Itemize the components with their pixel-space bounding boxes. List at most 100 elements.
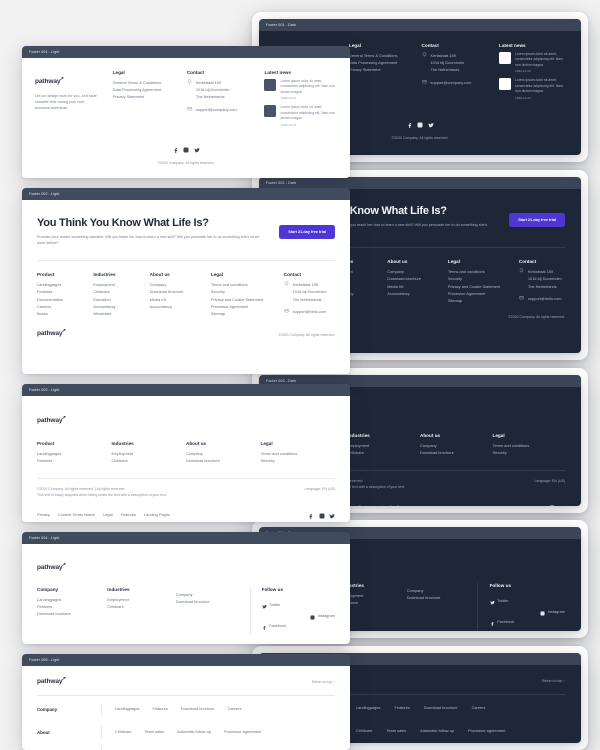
- link-item[interactable]: Documentation: [37, 296, 83, 303]
- link-item[interactable]: General Terms & Conditions: [113, 79, 173, 86]
- link-item[interactable]: Landingpages: [37, 450, 112, 457]
- instagram-icon[interactable]: [318, 506, 325, 522]
- language-selector[interactable]: Language: EN (US): [534, 479, 565, 483]
- start-trial-button[interactable]: Start 21-day free trial: [279, 224, 335, 239]
- twitter-icon[interactable]: [193, 140, 200, 158]
- facebook-icon[interactable]: [308, 506, 314, 522]
- link-item[interactable]: Terms and conditions: [493, 442, 566, 449]
- social-twitter[interactable]: Twitter: [115, 746, 134, 750]
- link-item[interactable]: Careers: [228, 706, 242, 712]
- link-item[interactable]: Privacy Statement: [349, 66, 406, 73]
- link-item[interactable]: Childcare: [115, 729, 131, 735]
- social-facebook[interactable]: Facebook: [185, 746, 210, 750]
- link-item[interactable]: Download brochure: [150, 288, 201, 295]
- news-item[interactable]: Lorem ipsum dolor sit amet, consectetur …: [499, 78, 567, 100]
- link-item[interactable]: Employment: [342, 592, 407, 599]
- contact-email[interactable]: support@hello.com: [284, 308, 335, 315]
- link-item[interactable]: Childcare: [107, 603, 176, 610]
- contact-email[interactable]: support@hello.com: [519, 295, 565, 302]
- link-item[interactable]: Employment: [348, 442, 421, 449]
- link-item[interactable]: Legal: [103, 512, 113, 518]
- link-item[interactable]: Processor agreement: [468, 728, 505, 734]
- social-instagram[interactable]: Instagram: [540, 592, 565, 631]
- link-item[interactable]: Company: [387, 268, 435, 275]
- email-address[interactable]: support@hello.com: [293, 308, 327, 315]
- link-item[interactable]: Security: [261, 457, 336, 464]
- link-item[interactable]: Education: [93, 296, 139, 303]
- news-item[interactable]: Lorem ipsum dolor sit amet, consectetur …: [499, 52, 567, 73]
- link-item[interactable]: Features: [37, 457, 112, 464]
- link-item[interactable]: Security: [448, 275, 506, 282]
- link-item[interactable]: Privacy: [37, 512, 50, 518]
- link-item[interactable]: Processor Agreement: [448, 290, 506, 297]
- contact-email[interactable]: support@company.com: [187, 106, 251, 113]
- link-item[interactable]: Landingpages: [37, 596, 107, 603]
- link-item[interactable]: Childcare: [342, 599, 407, 606]
- twitter-icon[interactable]: [427, 115, 434, 133]
- link-item[interactable]: Features: [394, 705, 409, 711]
- link-item[interactable]: Landingpages: [37, 281, 83, 288]
- link-item[interactable]: Media Kit: [150, 296, 201, 303]
- instagram-icon[interactable]: [183, 140, 189, 158]
- link-item[interactable]: Download brochure: [407, 594, 477, 601]
- link-item[interactable]: Automatic follow-up: [177, 729, 211, 735]
- link-item[interactable]: Sitemap: [448, 297, 506, 304]
- link-item[interactable]: Employment: [93, 281, 139, 288]
- link-item[interactable]: Content Terms Notice: [58, 512, 95, 518]
- contact-email[interactable]: support@company.com: [421, 79, 484, 86]
- return-to-top-link[interactable]: Return to top ↑: [312, 680, 335, 684]
- link-item[interactable]: Employment: [107, 596, 176, 603]
- link-item[interactable]: Download brochure: [420, 449, 493, 456]
- email-address[interactable]: support@company.com: [431, 79, 472, 86]
- return-to-top-link[interactable]: Return to top ↑: [542, 679, 565, 683]
- link-item[interactable]: Media Kit: [387, 283, 435, 290]
- news-item[interactable]: Lorem ipsum dolor sit amet, consectetur …: [264, 105, 337, 127]
- link-item[interactable]: Company: [176, 591, 250, 598]
- link-item[interactable]: Features: [121, 512, 136, 518]
- link-item[interactable]: Landingpages: [115, 706, 139, 712]
- link-item[interactable]: Processor agreement: [224, 729, 261, 735]
- twitter-icon[interactable]: [559, 498, 565, 506]
- link-item[interactable]: Security: [493, 449, 566, 456]
- link-item[interactable]: Landingpages: [356, 705, 380, 711]
- social-instagram[interactable]: Instagram: [147, 746, 172, 750]
- link-item[interactable]: Automatic follow-up: [420, 728, 454, 734]
- link-item[interactable]: Childcare: [93, 288, 139, 295]
- link-item[interactable]: Security: [211, 288, 274, 295]
- email-address[interactable]: support@hello.com: [528, 295, 562, 302]
- link-item[interactable]: Sitemap: [211, 310, 274, 317]
- link-item[interactable]: Company: [150, 281, 201, 288]
- link-item[interactable]: Download brochure: [181, 706, 215, 712]
- link-item[interactable]: Terms and conditions: [261, 450, 336, 457]
- link-item[interactable]: Company: [420, 442, 493, 449]
- social-facebook[interactable]: Facebook: [262, 617, 286, 635]
- link-item[interactable]: Features: [152, 706, 167, 712]
- link-item[interactable]: Features: [359, 504, 374, 506]
- link-item[interactable]: Privacy and Cookie Statement: [448, 283, 506, 290]
- link-item[interactable]: Download brochure: [186, 457, 261, 464]
- link-item[interactable]: Data Processing Agreement: [349, 59, 406, 66]
- link-item[interactable]: Data Processing Agreement: [113, 86, 173, 93]
- twitter-icon[interactable]: [329, 506, 335, 522]
- link-item[interactable]: Privacy Statement: [113, 93, 173, 100]
- link-item[interactable]: Privacy and Cookie Statement: [211, 296, 274, 303]
- link-item[interactable]: Terms and conditions: [211, 281, 274, 288]
- start-trial-button[interactable]: Start 21-day free trial: [509, 212, 565, 227]
- link-item[interactable]: Accountancy: [93, 303, 139, 310]
- social-twitter[interactable]: Twitter: [489, 592, 515, 610]
- link-item[interactable]: Company: [186, 450, 261, 457]
- email-address[interactable]: support@company.com: [196, 106, 237, 113]
- link-item[interactable]: Team sales: [386, 728, 406, 734]
- facebook-icon[interactable]: [173, 140, 179, 158]
- facebook-icon[interactable]: [538, 498, 544, 506]
- link-item[interactable]: Download brochure: [37, 610, 107, 617]
- link-item[interactable]: Books: [37, 310, 83, 317]
- link-item[interactable]: Download brochure: [424, 705, 458, 711]
- link-item[interactable]: General Terms & Conditions: [349, 52, 406, 59]
- instagram-icon[interactable]: [549, 498, 555, 506]
- link-item[interactable]: Childcare: [348, 449, 421, 456]
- link-item[interactable]: Company: [407, 587, 477, 594]
- link-item[interactable]: Accountancy: [387, 290, 435, 297]
- link-item[interactable]: Download brochure: [387, 275, 435, 282]
- social-instagram[interactable]: Instagram: [310, 596, 335, 635]
